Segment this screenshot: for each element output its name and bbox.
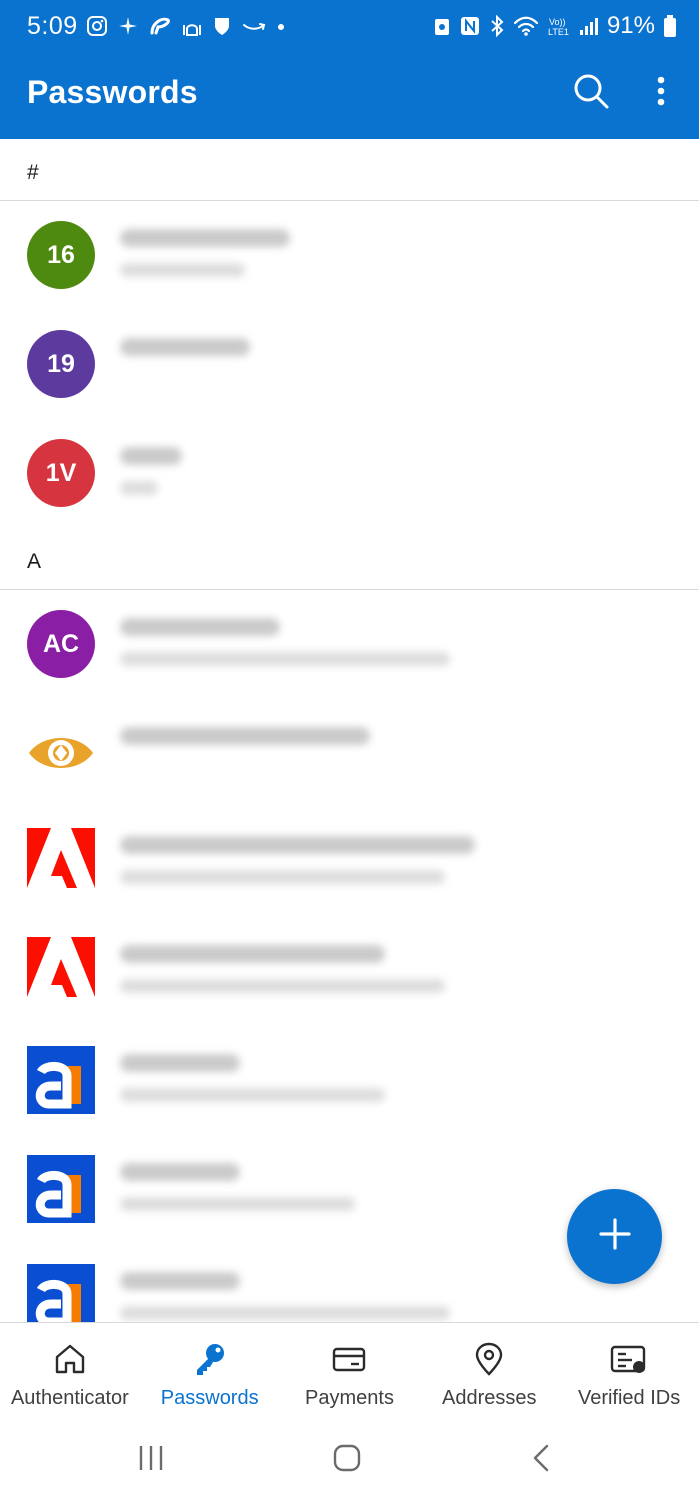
amazon-icon <box>241 15 267 37</box>
list-item[interactable]: 1V <box>0 419 699 528</box>
blurred-site-name <box>120 229 290 247</box>
list-item[interactable] <box>0 917 699 1026</box>
nav-label: Addresses <box>442 1387 537 1409</box>
avatar-text: 1V <box>45 458 77 487</box>
signal-icon <box>579 15 599 37</box>
list-item[interactable]: AC <box>0 590 699 699</box>
adobe-logo-icon <box>27 828 95 896</box>
search-button[interactable] <box>570 72 612 114</box>
location-pin-icon <box>469 1339 509 1379</box>
nav-item-authenticator[interactable]: Authenticator <box>0 1323 140 1424</box>
blurred-site-name <box>120 338 250 356</box>
avatar-text: 16 <box>47 240 75 269</box>
avatar: AC <box>27 610 95 678</box>
blurred-site-name <box>120 618 280 636</box>
blurred-username <box>120 1197 355 1211</box>
eye-shutter-logo-icon <box>27 719 95 787</box>
blurred-username <box>120 481 158 495</box>
blurred-username <box>120 652 450 666</box>
data-saver-icon <box>433 15 451 37</box>
page-title: Passwords <box>27 74 198 110</box>
blurred-site-name <box>120 836 475 854</box>
a-logo-icon <box>27 1046 95 1114</box>
home-icon <box>50 1339 90 1379</box>
section-header: A <box>0 528 699 590</box>
section-header: # <box>0 139 699 201</box>
battery-icon <box>663 14 677 38</box>
app-top-bar: 5:09 Vo)) LTE1 91% Passwords <box>0 0 699 139</box>
list-item[interactable] <box>0 699 699 808</box>
avatar: 16 <box>27 221 95 289</box>
avatar-text: 19 <box>47 349 75 378</box>
adobe-logo-icon <box>27 937 95 1005</box>
back-icon <box>527 1443 557 1478</box>
list-item[interactable] <box>0 1026 699 1135</box>
nav-label: Payments <box>305 1387 394 1409</box>
nav-item-passwords[interactable]: Passwords <box>140 1323 280 1424</box>
wifi-icon <box>513 15 539 37</box>
avatar: 1V <box>27 439 95 507</box>
nav-label: Verified IDs <box>577 1387 681 1409</box>
volte-icon: Vo)) LTE1 <box>547 15 571 37</box>
blurred-username <box>120 979 445 993</box>
bluetooth-icon <box>489 15 505 37</box>
status-bar: 5:09 Vo)) LTE1 91% <box>0 0 699 52</box>
instagram-icon <box>86 15 108 37</box>
nav-item-addresses[interactable]: Addresses <box>419 1323 559 1424</box>
more-vertical-icon <box>656 76 666 111</box>
nav-label: Authenticator <box>10 1387 129 1409</box>
system-navigation-bar <box>0 1424 699 1500</box>
key-icon <box>190 1339 230 1379</box>
airtel-icon <box>148 15 172 37</box>
list-item[interactable]: 19 <box>0 310 699 419</box>
a-logo-icon <box>27 1155 95 1223</box>
nfc-icon <box>459 15 481 37</box>
svg-text:LTE1: LTE1 <box>548 27 569 37</box>
password-list[interactable]: # 16 19 1V A AC <box>0 139 699 1323</box>
blurred-username <box>120 1088 385 1102</box>
status-time: 5:09 <box>27 12 78 40</box>
plus-icon <box>598 1217 632 1256</box>
blurred-username <box>120 1306 450 1320</box>
shield-icon <box>212 15 232 37</box>
blurred-site-name <box>120 1272 240 1290</box>
blurred-site-name <box>120 1163 240 1181</box>
more-options-button[interactable] <box>645 72 677 114</box>
sparkle-icon <box>117 15 139 37</box>
section-letter: A <box>27 550 42 573</box>
card-icon <box>329 1339 369 1379</box>
blurred-site-name <box>120 945 385 963</box>
blurred-username <box>120 263 245 277</box>
nav-item-payments[interactable]: Payments <box>280 1323 420 1424</box>
search-icon <box>572 72 610 115</box>
home-system-button[interactable] <box>327 1440 367 1480</box>
recents-icon <box>136 1443 166 1478</box>
nav-label: Passwords <box>160 1387 259 1409</box>
status-notification-icons <box>86 12 286 40</box>
add-password-button[interactable] <box>567 1189 662 1284</box>
back-button[interactable] <box>522 1440 562 1480</box>
blurred-site-name <box>120 727 370 745</box>
bottom-navigation: Authenticator Passwords Payments Address… <box>0 1322 699 1424</box>
section-letter: # <box>27 161 39 184</box>
blurred-site-name <box>120 447 182 465</box>
battery-percent: 91% <box>606 12 655 39</box>
blurred-username <box>120 870 445 884</box>
svg-text:Vo)): Vo)) <box>549 17 566 27</box>
home-circle-icon <box>332 1443 362 1478</box>
list-item[interactable]: 16 <box>0 201 699 310</box>
recents-button[interactable] <box>131 1440 171 1480</box>
mosque-icon <box>181 15 203 37</box>
blurred-site-name <box>120 1054 240 1072</box>
list-item[interactable] <box>0 808 699 917</box>
avatar-text: AC <box>42 629 80 658</box>
dot-icon <box>276 15 286 37</box>
a-logo-icon <box>27 1264 95 1323</box>
nav-item-verified-ids[interactable]: Verified IDs <box>559 1323 699 1424</box>
avatar: 19 <box>27 330 95 398</box>
id-card-icon <box>609 1339 649 1379</box>
status-system-icons: Vo)) LTE1 91% <box>433 12 677 40</box>
